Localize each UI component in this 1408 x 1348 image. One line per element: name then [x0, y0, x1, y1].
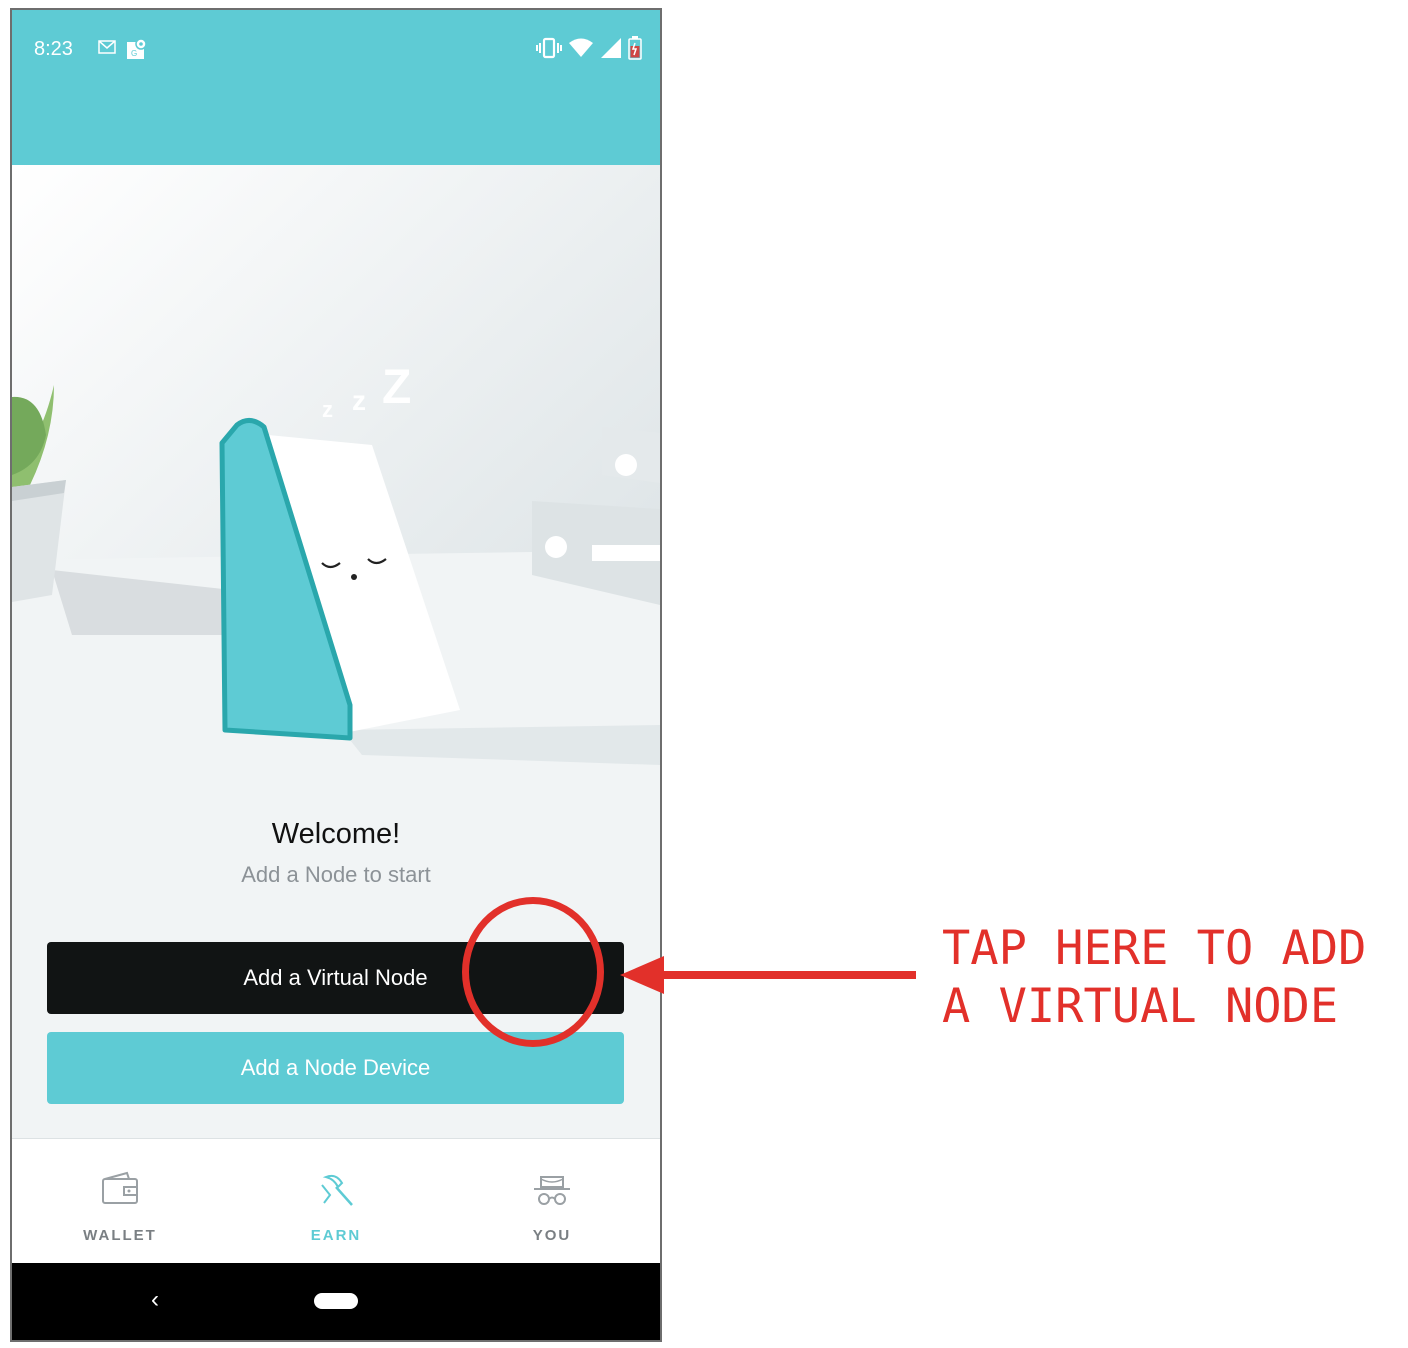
battery-charging-icon	[628, 36, 642, 60]
annotation-highlight-circle	[462, 897, 604, 1047]
svg-text:z: z	[322, 397, 333, 422]
nav-item-wallet[interactable]: WALLET	[12, 1139, 228, 1264]
signal-icon	[601, 38, 621, 58]
bottom-navigation: WALLET EARN YOU	[12, 1138, 660, 1264]
nav-label-earn: EARN	[310, 1227, 362, 1244]
phone-screen: 8:23 G z z Z Welcome! Add a Node to star…	[10, 8, 662, 1342]
home-button[interactable]	[314, 1293, 358, 1309]
add-virtual-node-label: Add a Virtual Node	[243, 965, 428, 990]
welcome-heading: Welcome!	[271, 818, 401, 850]
nav-item-you[interactable]: YOU	[444, 1139, 660, 1264]
system-navigation-bar: ‹	[12, 1263, 660, 1340]
annotation-text: TAP HERE TO ADD A VIRTUAL NODE	[942, 921, 1367, 1034]
svg-text:G: G	[131, 49, 137, 58]
svg-text:z: z	[352, 385, 366, 416]
wallet-icon	[102, 1171, 138, 1204]
nav-label-you: YOU	[532, 1227, 572, 1244]
gmail-icon	[98, 40, 116, 54]
vibrate-icon	[536, 37, 562, 59]
status-time: 8:23	[34, 38, 73, 60]
annotation-arrow-icon	[620, 956, 916, 994]
back-button[interactable]: ‹	[140, 1285, 170, 1315]
nav-item-earn[interactable]: EARN	[228, 1139, 444, 1264]
system-status-icons	[536, 36, 642, 60]
sleeping-node-illustration: z z Z	[12, 165, 660, 785]
welcome-subtitle: Add a Node to start	[241, 862, 431, 887]
notification-icons: G	[98, 38, 148, 60]
wifi-icon	[569, 38, 593, 57]
status-bar: 8:23 G	[12, 10, 660, 165]
maps-icon: G	[127, 38, 147, 59]
pickaxe-icon	[321, 1174, 353, 1206]
nav-label-wallet: WALLET	[83, 1227, 157, 1244]
svg-text:Z: Z	[382, 361, 411, 414]
add-node-device-label: Add a Node Device	[240, 1055, 431, 1080]
spy-hat-glasses-icon	[534, 1176, 570, 1205]
